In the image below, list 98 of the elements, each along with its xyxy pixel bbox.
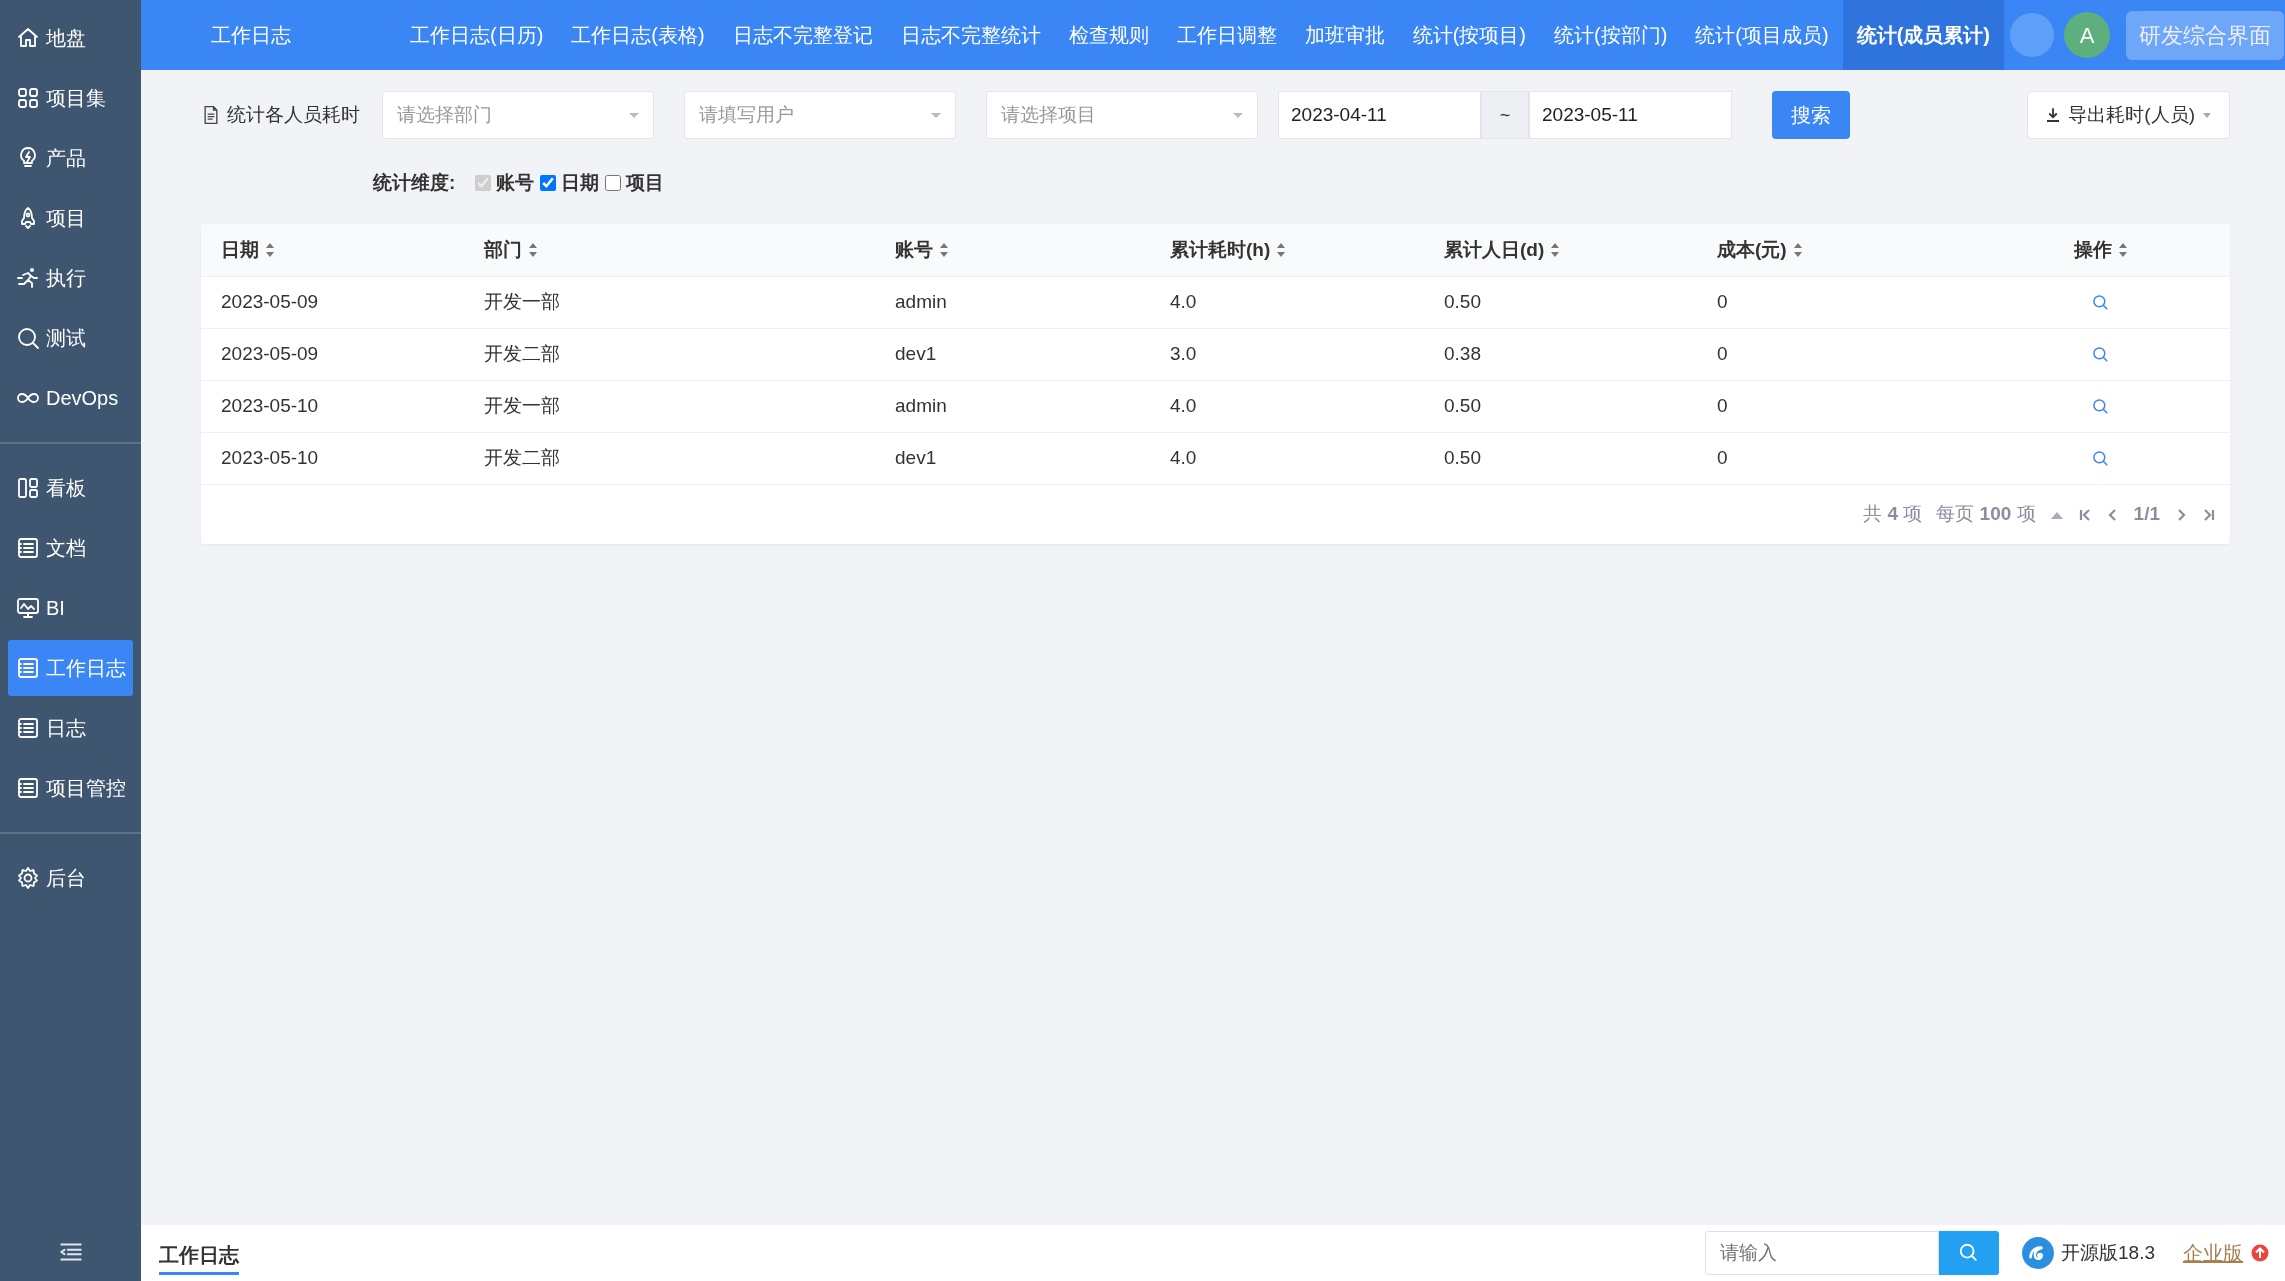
sidebar-item[interactable]: 项目集 <box>8 70 133 126</box>
sort-icon <box>264 241 276 258</box>
table-cell: 0.50 <box>1444 447 1481 468</box>
nav-tab[interactable]: 工作日志(日历) <box>396 0 558 70</box>
list-icon <box>16 536 40 560</box>
table-cell: 2023-05-09 <box>221 290 319 312</box>
caret-icon <box>2201 110 2213 120</box>
table-cell: 0 <box>1717 447 1728 468</box>
date-field[interactable]: 2023-04-11 <box>1278 91 1481 139</box>
list-icon <box>16 716 40 740</box>
table-cell: 开发二部 <box>484 447 560 468</box>
nav-tab[interactable]: 日志不完整统计 <box>886 0 1055 70</box>
checkbox[interactable] <box>605 175 622 191</box>
filter-title: 统计各人员耗时 <box>227 102 360 127</box>
table-cell: admin <box>895 394 947 416</box>
sort-icon <box>1275 241 1288 258</box>
table-cell: 2023-05-10 <box>221 447 319 468</box>
board-icon <box>16 476 40 500</box>
nav-tab[interactable]: 加班审批 <box>1290 0 1399 70</box>
page-number: 1/1 <box>2133 502 2160 527</box>
table-cell: dev1 <box>895 342 937 364</box>
sidebar-item[interactable]: 后台 <box>8 850 133 906</box>
checkbox[interactable] <box>540 175 557 191</box>
column-header[interactable]: 部门 <box>484 238 539 260</box>
table-cell: 开发一部 <box>484 290 560 312</box>
sort-icon <box>1791 241 1804 258</box>
nav-tab[interactable]: 统计(项目成员) <box>1681 0 1843 70</box>
column-header[interactable]: 账号 <box>895 238 950 260</box>
monitor-icon <box>16 596 40 620</box>
sort-icon <box>527 241 539 258</box>
sidebar-item[interactable]: 项目 <box>8 190 133 246</box>
page-title: 工作日志 <box>210 23 292 48</box>
checkbox-label: 账号 <box>496 170 535 195</box>
table-cell: 0.50 <box>1444 290 1481 312</box>
sidebar-item[interactable]: 文档 <box>8 520 133 576</box>
nav-tab[interactable]: 统计(按部门) <box>1540 0 1682 70</box>
checkbox-label: 项目 <box>626 170 665 195</box>
checkbox-label: 日期 <box>561 170 600 195</box>
table-cell: 0 <box>1717 290 1728 312</box>
sidebar-item[interactable]: DevOps <box>8 370 133 426</box>
list-icon <box>16 776 40 800</box>
sidebar-item[interactable]: 工作日志 <box>8 640 133 696</box>
sidebar-item[interactable]: 地盘 <box>8 10 133 66</box>
column-header[interactable]: 操作 <box>2073 238 2129 260</box>
list-icon <box>16 656 40 680</box>
table-cell: 4.0 <box>1170 290 1197 312</box>
sidebar-item[interactable]: 测试 <box>8 310 133 366</box>
search-icon <box>1958 1242 1980 1264</box>
home-icon <box>16 26 40 50</box>
table-cell: admin <box>895 290 947 312</box>
sidebar-item[interactable]: 日志 <box>8 700 133 756</box>
column-header[interactable]: 累计人日(d) <box>1444 238 1562 260</box>
first-page-icon[interactable] <box>2077 507 2092 522</box>
date-field[interactable]: 2023-05-11 <box>1529 91 1732 139</box>
sort-icon <box>2116 241 2129 258</box>
sidebar-item[interactable]: 执行 <box>8 250 133 306</box>
edition-label: 开源版18.3 <box>2061 1240 2155 1265</box>
table-cell: 0.38 <box>1444 342 1481 364</box>
column-header[interactable]: 成本(元) <box>1717 238 1804 260</box>
table-cell: 3.0 <box>1170 342 1197 364</box>
table-cell: 0 <box>1717 342 1728 364</box>
sidebar-item[interactable]: 产品 <box>8 130 133 186</box>
nav-tab[interactable]: 工作日调整 <box>1162 0 1291 70</box>
nav-tab[interactable]: 日志不完整登记 <box>718 0 887 70</box>
column-header[interactable]: 日期 <box>221 238 276 260</box>
table-cell: 2023-05-10 <box>221 394 319 416</box>
dimension-label: 统计维度: <box>373 170 456 195</box>
table-cell: 2023-05-09 <box>221 342 319 364</box>
table-cell: dev1 <box>895 447 937 468</box>
table-cell: 开发二部 <box>484 342 560 364</box>
page-total: 共 4 项 <box>1863 502 1923 527</box>
sidebar-item[interactable]: BI <box>8 580 133 636</box>
search-field[interactable]: 请输入 <box>1705 1231 1939 1275</box>
grid-icon <box>16 86 40 110</box>
date-separator: ~ <box>1481 91 1529 139</box>
nav-tab[interactable]: 检查规则 <box>1054 0 1163 70</box>
nav-tab[interactable]: 统计(成员累计) <box>1842 0 2004 70</box>
swirl-logo-icon <box>2021 1236 2055 1270</box>
footer-tab[interactable]: 工作日志 <box>159 1231 239 1275</box>
settings-icon <box>16 866 40 890</box>
last-page-icon[interactable] <box>2202 507 2216 522</box>
table-cell: 0.50 <box>1444 394 1481 416</box>
sidebar-item[interactable]: 项目管控 <box>8 760 133 816</box>
sort-icon <box>938 241 950 258</box>
search-icon <box>16 326 40 350</box>
sidebar-item[interactable]: 看板 <box>8 460 133 516</box>
search-button[interactable]: 搜索 <box>1772 91 1850 139</box>
sort-icon <box>1549 241 1562 258</box>
nav-tab[interactable]: 工作日志(表格) <box>557 0 719 70</box>
table-cell: 4.0 <box>1170 394 1197 416</box>
table-cell: 4.0 <box>1170 447 1197 468</box>
table-cell: 开发一部 <box>484 394 560 416</box>
column-header[interactable]: 累计耗时(h) <box>1170 238 1288 260</box>
search-button[interactable] <box>1939 1231 1999 1275</box>
table-cell: 0 <box>1717 394 1728 416</box>
nav-tab[interactable]: 统计(按项目) <box>1398 0 1540 70</box>
running-figure-icon <box>16 266 40 290</box>
export-button[interactable]: 导出耗时(人员) <box>2027 91 2230 139</box>
